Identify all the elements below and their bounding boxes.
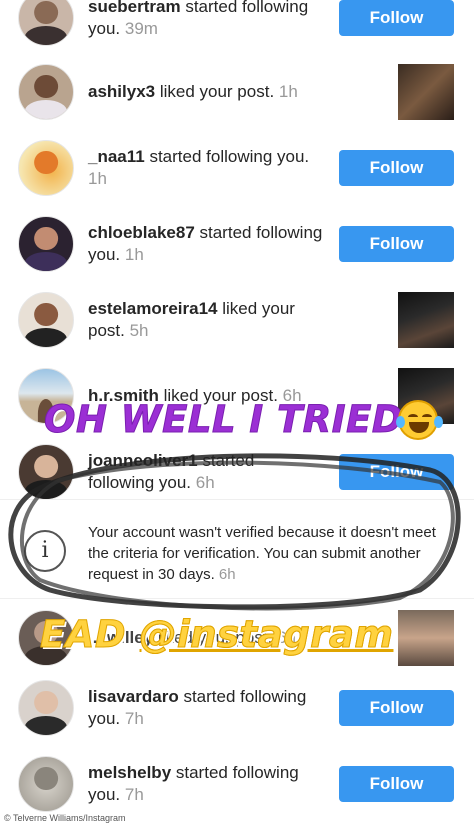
notification-row[interactable]: melshelby started following you. 7h Foll…	[0, 746, 474, 812]
notification-text: melshelby started following you. 7h	[88, 762, 323, 806]
username[interactable]: melshelby	[88, 763, 171, 782]
notification-text: _naa11 started following you. 1h	[88, 146, 323, 190]
timestamp: 7h	[124, 785, 144, 804]
notification-text: suebertram started following you. 39m	[88, 0, 323, 40]
notification-text: estelamoreira14 liked your post. 5h	[88, 298, 323, 342]
follow-button[interactable]: Follow	[339, 766, 454, 802]
timestamp: 7h	[124, 709, 144, 728]
follow-button[interactable]: Follow	[339, 0, 454, 36]
notification-text: ashilyx3 liked your post. 1h	[88, 81, 323, 103]
username[interactable]: _naa11	[88, 147, 145, 166]
notification-row[interactable]: estelamoreira14 liked your post. 5h	[0, 282, 474, 358]
caption-prefix: EAD	[40, 613, 140, 657]
avatar[interactable]	[18, 680, 74, 736]
avatar[interactable]	[18, 216, 74, 272]
timestamp: 1h	[278, 82, 298, 101]
photo-credit: © Telverne Williams/Instagram	[0, 812, 474, 825]
timestamp: 39m	[124, 19, 158, 38]
post-thumbnail[interactable]	[398, 292, 454, 348]
notification-row[interactable]: ashilyx3 liked your post. 1h	[0, 54, 474, 130]
username[interactable]: suebertram	[88, 0, 181, 16]
avatar[interactable]	[18, 0, 74, 46]
username[interactable]: lisavardaro	[88, 687, 179, 706]
overlay-caption: OH WELL I TRIED	[43, 398, 404, 442]
follow-button[interactable]: Follow	[339, 150, 454, 186]
timestamp: 1h	[88, 169, 107, 188]
notification-row[interactable]: chloeblake87 started following you. 1h F…	[0, 206, 474, 282]
notification-text: chloeblake87 started following you. 1h	[88, 222, 323, 266]
follow-button[interactable]: Follow	[339, 690, 454, 726]
notification-text: lisavardaro started following you. 7h	[88, 686, 323, 730]
timestamp: 5h	[129, 321, 149, 340]
avatar[interactable]	[18, 64, 74, 120]
username[interactable]: ashilyx3	[88, 82, 155, 101]
avatar[interactable]	[18, 140, 74, 196]
post-thumbnail[interactable]	[398, 64, 454, 120]
avatar[interactable]	[18, 756, 74, 812]
avatar[interactable]	[18, 292, 74, 348]
username[interactable]: estelamoreira14	[88, 299, 217, 318]
scribble-annotation	[8, 453, 461, 611]
username[interactable]: chloeblake87	[88, 223, 195, 242]
action-text: started following you.	[144, 147, 310, 166]
follow-button[interactable]: Follow	[339, 226, 454, 262]
caption-handle: @instagram	[139, 613, 394, 657]
laughing-emoji-icon	[396, 400, 443, 440]
overlay-caption: EAD @instagram	[40, 613, 394, 657]
timestamp: 1h	[124, 245, 144, 264]
notification-row[interactable]: _naa11 started following you. 1h Follow	[0, 130, 474, 206]
notification-row[interactable]: lisavardaro started following you. 7h Fo…	[0, 670, 474, 746]
notification-row[interactable]: suebertram started following you. 39m Fo…	[0, 0, 474, 56]
action-text: liked your post.	[155, 82, 275, 101]
